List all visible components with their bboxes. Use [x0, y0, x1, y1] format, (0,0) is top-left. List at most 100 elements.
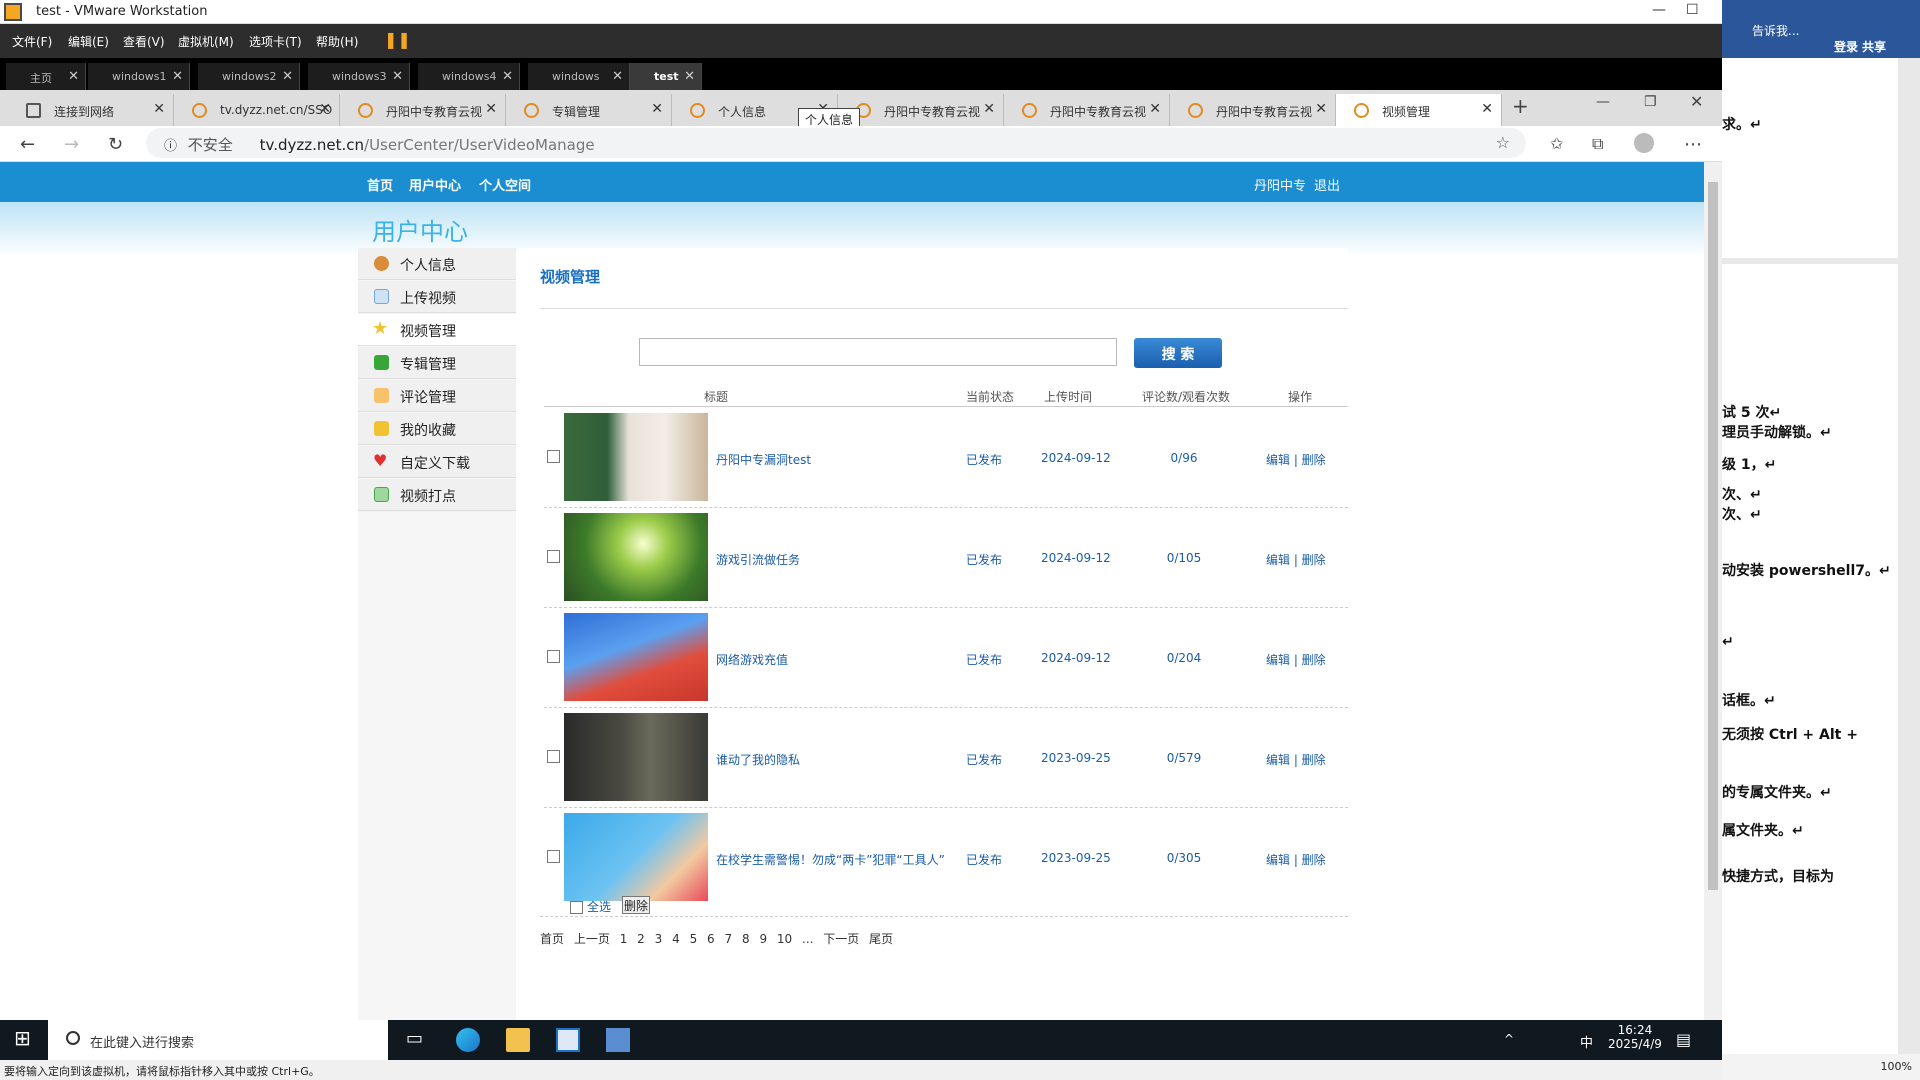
row-checkbox[interactable] [547, 850, 560, 863]
url-input[interactable]: ⓘ 不安全 tv.dyzz.net.cn/UserCenter/UserVide… [146, 128, 1526, 158]
maximize-button[interactable]: ☐ [1686, 2, 1699, 18]
page-10[interactable]: 10 [777, 932, 792, 946]
row-actions[interactable]: 编辑 | 删除 [1266, 751, 1326, 768]
browser-tab[interactable]: 丹阳中专教育云视 ✕ [340, 94, 506, 126]
video-title-link[interactable]: 在校学生需警惕！勿成“两卡”犯罪“工具人” [716, 851, 945, 868]
close-icon[interactable]: ✕ [319, 101, 331, 117]
forward-icon[interactable]: → [64, 134, 79, 155]
page-2[interactable]: 2 [637, 932, 645, 946]
more-icon[interactable]: ⋯ [1684, 134, 1702, 155]
tell-me-box[interactable]: 告诉我... [1752, 22, 1799, 39]
close-icon[interactable]: ✕ [392, 69, 403, 84]
page-next[interactable]: 下一页 [823, 932, 859, 946]
page-7[interactable]: 7 [725, 932, 733, 946]
search-button[interactable]: 搜 索 [1134, 338, 1222, 368]
close-icon[interactable]: ✕ [651, 101, 663, 117]
video-thumbnail[interactable] [564, 513, 708, 601]
select-all[interactable]: 全选 [570, 898, 611, 915]
video-thumbnail[interactable] [564, 613, 708, 701]
logout-link[interactable]: 退出 [1314, 175, 1340, 194]
page-scrollbar[interactable] [1704, 162, 1722, 1020]
row-checkbox[interactable] [547, 550, 560, 563]
close-icon[interactable]: ✕ [502, 69, 513, 84]
vm-tab-home[interactable]: 主页 ✕ [6, 63, 86, 90]
close-icon[interactable]: ✕ [68, 69, 79, 84]
favorite-star-icon[interactable]: ☆ [1496, 133, 1510, 152]
clock[interactable]: 16:24 2025/4/9 [1608, 1023, 1662, 1051]
browser-tab-active[interactable]: 视频管理 ✕ [1336, 94, 1502, 126]
sidebar-item-favorites[interactable]: 我的收藏 [358, 413, 516, 445]
sidebar-item-upload[interactable]: 上传视频 [358, 281, 516, 313]
profile-avatar[interactable] [1634, 133, 1654, 153]
sidebar-item-comments[interactable]: 评论管理 [358, 380, 516, 412]
row-checkbox[interactable] [547, 750, 560, 763]
page-prev[interactable]: 上一页 [574, 932, 610, 946]
close-icon[interactable]: ✕ [684, 69, 695, 84]
nav-home[interactable]: 首页 [367, 175, 393, 194]
row-actions[interactable]: 编辑 | 删除 [1266, 851, 1326, 868]
menu-edit[interactable]: 编辑(E) [68, 33, 109, 50]
vm-tab-windows1[interactable]: windows1 ✕ [88, 63, 190, 90]
close-window-button[interactable]: ✕ [1690, 92, 1703, 111]
menu-view[interactable]: 查看(V) [123, 33, 165, 50]
browser-tab[interactable]: tv.dyzz.net.cn/SSO ✕ [174, 94, 340, 126]
row-actions[interactable]: 编辑 | 删除 [1266, 451, 1326, 468]
vm-tab-windows[interactable]: windows ✕ [528, 63, 630, 90]
sidebar-item-album[interactable]: 专辑管理 [358, 347, 516, 379]
video-thumbnail[interactable] [564, 713, 708, 801]
vm-tab-windows4[interactable]: windows4 ✕ [418, 63, 520, 90]
video-title-link[interactable]: 丹阳中专漏洞test [716, 451, 811, 468]
menu-file[interactable]: 文件(F) [12, 33, 52, 50]
close-icon[interactable]: ✕ [1149, 101, 1161, 117]
row-checkbox[interactable] [547, 450, 560, 463]
browser-tab[interactable]: 丹阳中专教育云视 ✕ [1004, 94, 1170, 126]
user-name-link[interactable]: 丹阳中专 [1254, 175, 1306, 194]
page-5[interactable]: 5 [690, 932, 698, 946]
new-tab-icon[interactable]: + [1512, 94, 1529, 118]
app-window-icon[interactable] [556, 1028, 580, 1052]
share-button[interactable]: 共享 [1862, 38, 1886, 55]
vm-tab-windows2[interactable]: windows2 ✕ [198, 63, 300, 90]
page-9[interactable]: 9 [759, 932, 767, 946]
delete-button[interactable]: 删除 [622, 896, 650, 914]
page-4[interactable]: 4 [672, 932, 680, 946]
page-3[interactable]: 3 [655, 932, 663, 946]
search-input[interactable] [639, 338, 1117, 366]
close-icon[interactable]: ✕ [1481, 101, 1493, 117]
close-icon[interactable]: ✕ [172, 69, 183, 84]
restore-button[interactable]: ❐ [1644, 94, 1657, 110]
sidebar-item-video-manage[interactable]: ★ 视频管理 [358, 314, 516, 346]
video-title-link[interactable]: 游戏引流做任务 [716, 551, 800, 568]
minimize-button[interactable]: — [1596, 94, 1610, 110]
menu-vm[interactable]: 虚拟机(M) [178, 33, 234, 50]
browser-tab[interactable]: 丹阳中专教育云视 ✕ [1170, 94, 1336, 126]
menu-tabs[interactable]: 选项卡(T) [249, 33, 302, 50]
minimize-button[interactable]: — [1652, 2, 1666, 18]
row-actions[interactable]: 编辑 | 删除 [1266, 651, 1326, 668]
page-8[interactable]: 8 [742, 932, 750, 946]
windows-start-icon[interactable]: ⊞ [14, 1026, 38, 1050]
login-button[interactable]: 登录 [1834, 38, 1858, 55]
nav-user-center[interactable]: 用户中心 [409, 175, 461, 194]
browser-tab[interactable]: 专辑管理 ✕ [506, 94, 672, 126]
browser-tab[interactable]: 丹阳中专教育云视 ✕ [838, 94, 1004, 126]
app-icon[interactable] [606, 1028, 630, 1052]
browser-tab[interactable]: 连接到网络 ✕ [8, 94, 174, 126]
video-title-link[interactable]: 谁动了我的隐私 [716, 751, 800, 768]
sidebar-item-video-marker[interactable]: 视频打点 [358, 479, 516, 511]
video-title-link[interactable]: 网络游戏充值 [716, 651, 788, 668]
close-icon[interactable]: ✕ [282, 69, 293, 84]
tray-chevron-icon[interactable]: ^ [1504, 1032, 1514, 1046]
close-icon[interactable]: ✕ [485, 101, 497, 117]
edge-icon[interactable] [456, 1028, 480, 1052]
pause-icon[interactable]: ❚❚ [384, 30, 411, 49]
page-6[interactable]: 6 [707, 932, 715, 946]
close-icon[interactable]: ✕ [612, 69, 623, 84]
task-view-icon[interactable]: ▭ [406, 1028, 430, 1052]
select-all-checkbox[interactable] [570, 901, 583, 914]
file-explorer-icon[interactable] [506, 1028, 530, 1052]
row-actions[interactable]: 编辑 | 删除 [1266, 551, 1326, 568]
page-last[interactable]: 尾页 [869, 932, 893, 946]
favorites-icon[interactable]: ✩ [1550, 134, 1563, 153]
zoom-level[interactable]: 100% [1881, 1060, 1912, 1073]
